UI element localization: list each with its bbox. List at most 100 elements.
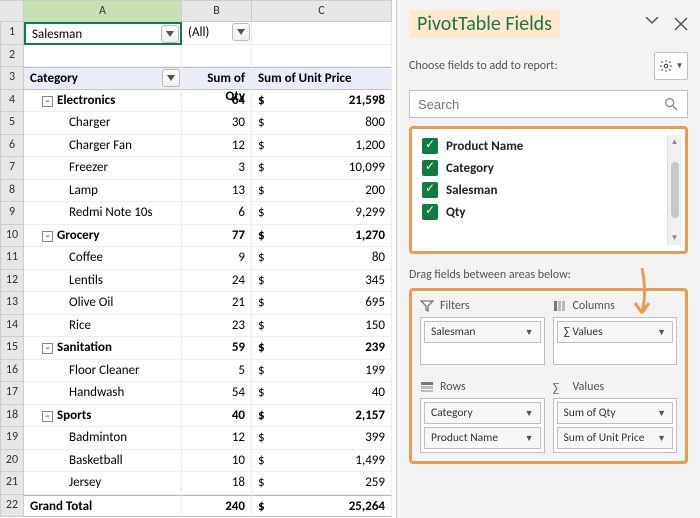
field-checkbox[interactable]: [422, 204, 438, 220]
close-icon[interactable]: [674, 17, 688, 31]
qty-cell[interactable]: 21: [182, 292, 252, 315]
field-pill[interactable]: Product Name▼: [424, 427, 541, 449]
row-header[interactable]: 9: [0, 202, 24, 225]
row-header[interactable]: 8: [0, 180, 24, 203]
price-cell[interactable]: $10,099: [252, 157, 392, 180]
product-row-label[interactable]: Floor Cleaner: [24, 360, 182, 383]
qty-cell[interactable]: 13: [182, 180, 252, 203]
price-cell[interactable]: $695: [252, 292, 392, 315]
price-cell[interactable]: $239: [252, 337, 392, 360]
product-row-label[interactable]: Charger: [24, 112, 182, 135]
qty-cell[interactable]: 77: [182, 225, 252, 248]
qty-cell[interactable]: 18: [182, 472, 252, 495]
qty-cell[interactable]: 5: [182, 360, 252, 383]
row-header[interactable]: 14: [0, 315, 24, 338]
row-header[interactable]: 22: [0, 495, 24, 518]
qty-cell[interactable]: 30: [182, 112, 252, 135]
row-header[interactable]: 10: [0, 225, 24, 248]
product-row-label[interactable]: Basketball: [24, 450, 182, 473]
grand-total-price[interactable]: $25,264: [252, 495, 392, 518]
product-row-label[interactable]: Lentils: [24, 270, 182, 293]
row-header[interactable]: 3: [0, 67, 24, 90]
values-dropzone[interactable]: Sum of Qty▼Sum of Unit Price▼: [553, 398, 678, 453]
category-row-label[interactable]: −Sports: [24, 405, 182, 428]
category-row-label[interactable]: −Grocery: [24, 225, 182, 248]
product-row-label[interactable]: Freezer: [24, 157, 182, 180]
collapse-toggle[interactable]: −: [42, 343, 53, 354]
qty-cell[interactable]: 23: [182, 315, 252, 338]
field-list-scrollbar[interactable]: ▲ ▼: [667, 135, 681, 245]
qty-cell[interactable]: 12: [182, 135, 252, 158]
product-row-label[interactable]: Badminton: [24, 427, 182, 450]
pill-dropdown-icon[interactable]: ▼: [657, 408, 666, 419]
product-row-label[interactable]: Lamp: [24, 180, 182, 203]
price-cell[interactable]: $200: [252, 180, 392, 203]
price-cell[interactable]: $1,200: [252, 135, 392, 158]
scroll-up-icon[interactable]: ▲: [671, 137, 679, 147]
grand-total-label[interactable]: Grand Total: [24, 495, 182, 518]
row-header[interactable]: 17: [0, 382, 24, 405]
qty-cell[interactable]: 10: [182, 450, 252, 473]
collapse-button[interactable]: [644, 17, 660, 31]
collapse-toggle[interactable]: −: [42, 231, 53, 242]
grand-total-qty[interactable]: 240: [182, 495, 252, 518]
filters-dropzone[interactable]: Salesman▼: [420, 317, 545, 365]
col-header-b[interactable]: B: [182, 0, 252, 22]
row-header[interactable]: 20: [0, 450, 24, 473]
row-header[interactable]: 6: [0, 135, 24, 158]
qty-cell[interactable]: 54: [182, 382, 252, 405]
pill-dropdown-icon[interactable]: ▼: [657, 327, 666, 338]
price-cell[interactable]: $399: [252, 427, 392, 450]
qty-cell[interactable]: 12: [182, 427, 252, 450]
pill-dropdown-icon[interactable]: ▼: [525, 433, 534, 444]
field-checkbox[interactable]: [422, 182, 438, 198]
category-row-label[interactable]: −Electronics: [24, 90, 182, 113]
product-row-label[interactable]: Rice: [24, 315, 182, 338]
price-cell[interactable]: $1,499: [252, 450, 392, 473]
field-list-item[interactable]: Salesman: [416, 179, 667, 201]
product-row-label[interactable]: Jersey: [24, 472, 182, 495]
field-pill[interactable]: Salesman▼: [424, 321, 541, 343]
collapse-toggle[interactable]: −: [42, 96, 53, 107]
qty-cell[interactable]: 24: [182, 270, 252, 293]
product-row-label[interactable]: Handwash: [24, 382, 182, 405]
layout-options-button[interactable]: ▼: [654, 52, 688, 80]
qty-cell[interactable]: 64: [182, 90, 252, 113]
field-list-item[interactable]: Qty: [416, 201, 667, 223]
field-list-item[interactable]: Category: [416, 157, 667, 179]
filter-field-dropdown-icon[interactable]: [161, 25, 179, 43]
field-pill[interactable]: ∑ Values▼: [557, 321, 674, 343]
columns-dropzone[interactable]: ∑ Values▼: [553, 317, 678, 365]
row-header[interactable]: 5: [0, 112, 24, 135]
pill-dropdown-icon[interactable]: ▼: [525, 408, 534, 419]
cell[interactable]: [252, 22, 392, 45]
field-pill[interactable]: Category▼: [424, 402, 541, 424]
cell[interactable]: [182, 45, 252, 68]
qty-cell[interactable]: 3: [182, 157, 252, 180]
product-row-label[interactable]: Redmi Note 10s: [24, 202, 182, 225]
product-row-label[interactable]: Olive Oil: [24, 292, 182, 315]
product-row-label[interactable]: Charger Fan: [24, 135, 182, 158]
price-cell[interactable]: $259: [252, 472, 392, 495]
row-header[interactable]: 4: [0, 90, 24, 113]
price-cell[interactable]: $345: [252, 270, 392, 293]
price-cell[interactable]: $1,270: [252, 225, 392, 248]
row-header[interactable]: 21: [0, 472, 24, 495]
row-header[interactable]: 13: [0, 292, 24, 315]
pivot-header-category[interactable]: Category: [24, 67, 182, 90]
scroll-thumb[interactable]: [671, 162, 679, 218]
price-cell[interactable]: $800: [252, 112, 392, 135]
rows-dropzone[interactable]: Category▼ Product Name▼: [420, 398, 545, 453]
col-header-c[interactable]: C: [252, 0, 392, 22]
row-header[interactable]: 2: [0, 45, 24, 68]
collapse-toggle[interactable]: −: [42, 411, 53, 422]
select-all-corner[interactable]: [0, 0, 24, 22]
price-cell[interactable]: $21,598: [252, 90, 392, 113]
product-row-label[interactable]: Coffee: [24, 247, 182, 270]
price-cell[interactable]: $40: [252, 382, 392, 405]
price-cell[interactable]: $80: [252, 247, 392, 270]
report-filter-value[interactable]: (All): [182, 22, 252, 45]
cell[interactable]: [24, 45, 182, 68]
price-cell[interactable]: $150: [252, 315, 392, 338]
row-header[interactable]: 12: [0, 270, 24, 293]
